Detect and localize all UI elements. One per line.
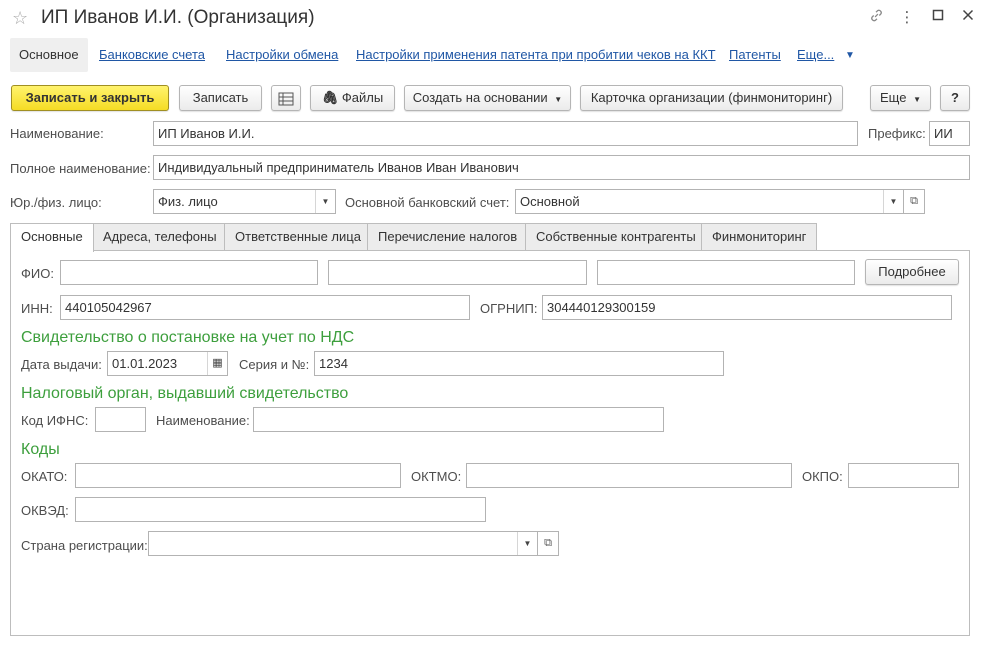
- more-vertical-icon[interactable]: ⋮: [898, 8, 916, 26]
- bank-account-select[interactable]: Основной ▼: [515, 189, 904, 214]
- issue-date-value: 01.01.2023: [112, 356, 178, 371]
- issue-date-field[interactable]: 01.01.2023 ▦: [107, 351, 228, 376]
- files-button[interactable]: 🖇 Файлы: [310, 85, 395, 111]
- bank-account-label: Основной банковский счет:: [345, 195, 510, 210]
- country-label: Страна регистрации:: [21, 538, 148, 553]
- full-name-field[interactable]: Индивидуальный предприниматель Иванов Ив…: [153, 155, 970, 180]
- nav-more[interactable]: Еще...: [788, 38, 843, 72]
- okato-label: ОКАТО:: [21, 469, 68, 484]
- chevron-down-icon: ▼: [913, 95, 921, 104]
- series-label: Серия и №:: [239, 357, 310, 372]
- save-button[interactable]: Записать: [179, 85, 262, 111]
- full-name-label: Полное наименование:: [10, 161, 151, 176]
- ogrnip-field[interactable]: 304440129300159: [542, 295, 952, 320]
- save-and-close-button[interactable]: Записать и закрыть: [11, 85, 169, 111]
- tab-taxes[interactable]: Перечисление налогов: [367, 223, 529, 251]
- org-card-button[interactable]: Карточка организации (финмониторинг): [580, 85, 843, 111]
- tax-authority-section-title: Налоговый орган, выдавший свидетельство: [21, 385, 349, 402]
- ifns-code-label: Код ИФНС:: [21, 413, 89, 428]
- tab-main[interactable]: Основные: [10, 223, 94, 252]
- nav-main[interactable]: Основное: [10, 38, 88, 72]
- close-icon[interactable]: [959, 8, 977, 25]
- legal-type-label: Юр./физ. лицо:: [10, 195, 102, 210]
- nav-bank-accounts[interactable]: Банковские счета: [90, 38, 214, 72]
- name-field[interactable]: ИП Иванов И.И.: [153, 121, 858, 146]
- ogrnip-label: ОГРНИП:: [480, 301, 538, 316]
- oktmo-field[interactable]: [466, 463, 792, 488]
- files-button-label: Файлы: [341, 90, 384, 105]
- structure-button[interactable]: [271, 85, 301, 111]
- name-label: Наименование:: [10, 126, 104, 141]
- okved-label: ОКВЭД:: [21, 503, 69, 518]
- tab-addresses[interactable]: Адреса, телефоны: [92, 223, 228, 251]
- nav-patent-settings[interactable]: Настройки применения патента при пробити…: [347, 38, 725, 72]
- first-name-field[interactable]: [328, 260, 587, 285]
- okpo-label: ОКПО:: [802, 469, 843, 484]
- open-window-icon[interactable]: ⧉: [537, 531, 559, 556]
- okved-field[interactable]: [75, 497, 486, 522]
- nav-more-arrow-icon[interactable]: ▼: [845, 50, 855, 61]
- open-window-icon[interactable]: ⧉: [903, 189, 925, 214]
- issue-date-label: Дата выдачи:: [21, 357, 102, 372]
- maximize-icon[interactable]: [929, 8, 947, 25]
- inn-field[interactable]: 440105042967: [60, 295, 470, 320]
- ifns-name-field[interactable]: [253, 407, 664, 432]
- window-title: ИП Иванов И.И. (Организация): [41, 7, 315, 28]
- tab-own-contractors[interactable]: Собственные контрагенты: [525, 223, 707, 251]
- legal-type-select[interactable]: Физ. лицо ▼: [153, 189, 336, 214]
- create-based-on-button[interactable]: Создать на основании ▼: [404, 85, 571, 111]
- chevron-down-icon: ▼: [554, 95, 563, 104]
- fio-label: ФИО:: [21, 266, 54, 281]
- inn-label: ИНН:: [21, 301, 53, 316]
- ifns-code-field[interactable]: [95, 407, 146, 432]
- codes-section-title: Коды: [21, 441, 60, 458]
- chevron-down-icon[interactable]: ▼: [883, 190, 903, 213]
- legal-type-value: Физ. лицо: [158, 194, 218, 209]
- prefix-label: Префикс:: [868, 126, 926, 141]
- last-name-field[interactable]: [60, 260, 318, 285]
- okato-field[interactable]: [75, 463, 401, 488]
- country-select[interactable]: ▼: [148, 531, 538, 556]
- more-actions-label: Еще: [880, 90, 907, 105]
- nav-exchange-settings[interactable]: Настройки обмена: [217, 38, 347, 72]
- tab-finmonitoring[interactable]: Финмониторинг: [701, 223, 818, 251]
- chevron-down-icon[interactable]: ▼: [517, 532, 537, 555]
- details-button[interactable]: Подробнее: [865, 259, 959, 285]
- paperclip-icon: 🖇: [321, 90, 339, 105]
- ifns-name-label: Наименование:: [156, 413, 250, 428]
- series-field[interactable]: 1234: [314, 351, 724, 376]
- prefix-field[interactable]: ИИ: [929, 121, 970, 146]
- bank-account-value: Основной: [520, 194, 580, 209]
- calendar-icon[interactable]: ▦: [207, 352, 227, 375]
- link-icon[interactable]: [867, 8, 885, 27]
- nav-patents[interactable]: Патенты: [720, 38, 790, 72]
- oktmo-label: ОКТМО:: [411, 469, 462, 484]
- more-actions-button[interactable]: Еще ▼: [870, 85, 931, 111]
- vat-section-title: Свидетельство о постановке на учет по НД…: [21, 329, 355, 346]
- chevron-down-icon[interactable]: ▼: [315, 190, 335, 213]
- okpo-field[interactable]: [848, 463, 959, 488]
- document-structure-icon: [278, 90, 294, 106]
- tab-responsible[interactable]: Ответственные лица: [224, 223, 372, 251]
- create-based-on-label: Создать на основании: [412, 90, 548, 105]
- favorite-star-icon[interactable]: ☆: [12, 8, 28, 29]
- help-button[interactable]: ?: [940, 85, 970, 111]
- middle-name-field[interactable]: [597, 260, 855, 285]
